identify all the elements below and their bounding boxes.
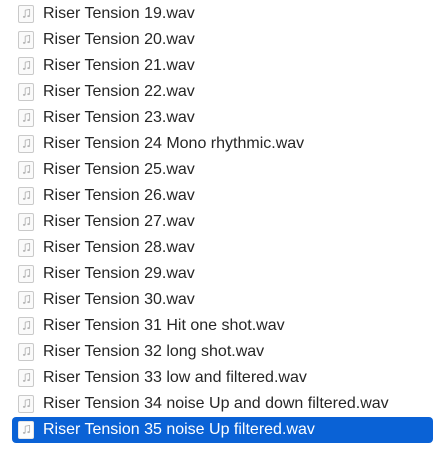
file-name: Riser Tension 23.wav <box>43 109 195 126</box>
file-name: Riser Tension 20.wav <box>43 31 195 48</box>
file-row[interactable]: Riser Tension 34 noise Up and down filte… <box>12 391 433 417</box>
file-name: Riser Tension 24 Mono rhythmic.wav <box>43 135 305 152</box>
file-row[interactable]: Riser Tension 22.wav <box>12 79 433 105</box>
file-row[interactable]: Riser Tension 27.wav <box>12 209 433 235</box>
file-name: Riser Tension 28.wav <box>43 239 195 256</box>
file-name: Riser Tension 25.wav <box>43 161 195 178</box>
file-row[interactable]: Riser Tension 26.wav <box>12 183 433 209</box>
file-row[interactable]: Riser Tension 28.wav <box>12 235 433 261</box>
file-name: Riser Tension 34 noise Up and down filte… <box>43 395 389 412</box>
file-row-selected[interactable]: Riser Tension 35 noise Up filtered.wav <box>12 417 433 443</box>
file-name: Riser Tension 19.wav <box>43 5 195 22</box>
audio-file-icon <box>18 317 34 335</box>
file-row[interactable]: Riser Tension 21.wav <box>12 53 433 79</box>
audio-file-icon <box>18 421 34 439</box>
file-row[interactable]: Riser Tension 19.wav <box>12 1 433 27</box>
audio-file-icon <box>18 31 34 49</box>
audio-file-icon <box>18 239 34 257</box>
file-row[interactable]: Riser Tension 25.wav <box>12 157 433 183</box>
audio-file-icon <box>18 265 34 283</box>
audio-file-icon <box>18 161 34 179</box>
file-row[interactable]: Riser Tension 20.wav <box>12 27 433 53</box>
file-name: Riser Tension 33 low and filtered.wav <box>43 369 307 386</box>
file-row[interactable]: Riser Tension 31 Hit one shot.wav <box>12 313 433 339</box>
file-name: Riser Tension 32 long shot.wav <box>43 343 265 360</box>
file-row[interactable]: Riser Tension 33 low and filtered.wav <box>12 365 433 391</box>
file-name: Riser Tension 22.wav <box>43 83 195 100</box>
file-row[interactable]: Riser Tension 23.wav <box>12 105 433 131</box>
audio-file-icon <box>18 343 34 361</box>
file-name: Riser Tension 31 Hit one shot.wav <box>43 317 285 334</box>
audio-file-icon <box>18 57 34 75</box>
file-name: Riser Tension 27.wav <box>43 213 195 230</box>
audio-file-icon <box>18 5 34 23</box>
audio-file-icon <box>18 291 34 309</box>
audio-file-icon <box>18 369 34 387</box>
audio-file-icon <box>18 109 34 127</box>
audio-file-icon <box>18 395 34 413</box>
file-row[interactable]: Riser Tension 29.wav <box>12 261 433 287</box>
file-name: Riser Tension 26.wav <box>43 187 195 204</box>
file-list: Riser Tension 19.wav Riser Tension 20.wav… <box>0 0 436 449</box>
file-row[interactable]: Riser Tension 30.wav <box>12 287 433 313</box>
file-name: Riser Tension 30.wav <box>43 291 195 308</box>
file-row[interactable]: Riser Tension 24 Mono rhythmic.wav <box>12 131 433 157</box>
audio-file-icon <box>18 83 34 101</box>
file-name: Riser Tension 29.wav <box>43 265 195 282</box>
audio-file-icon <box>18 135 34 153</box>
file-row[interactable]: Riser Tension 32 long shot.wav <box>12 339 433 365</box>
audio-file-icon <box>18 213 34 231</box>
audio-file-icon <box>18 187 34 205</box>
file-name: Riser Tension 21.wav <box>43 57 195 74</box>
file-name: Riser Tension 35 noise Up filtered.wav <box>43 421 315 438</box>
